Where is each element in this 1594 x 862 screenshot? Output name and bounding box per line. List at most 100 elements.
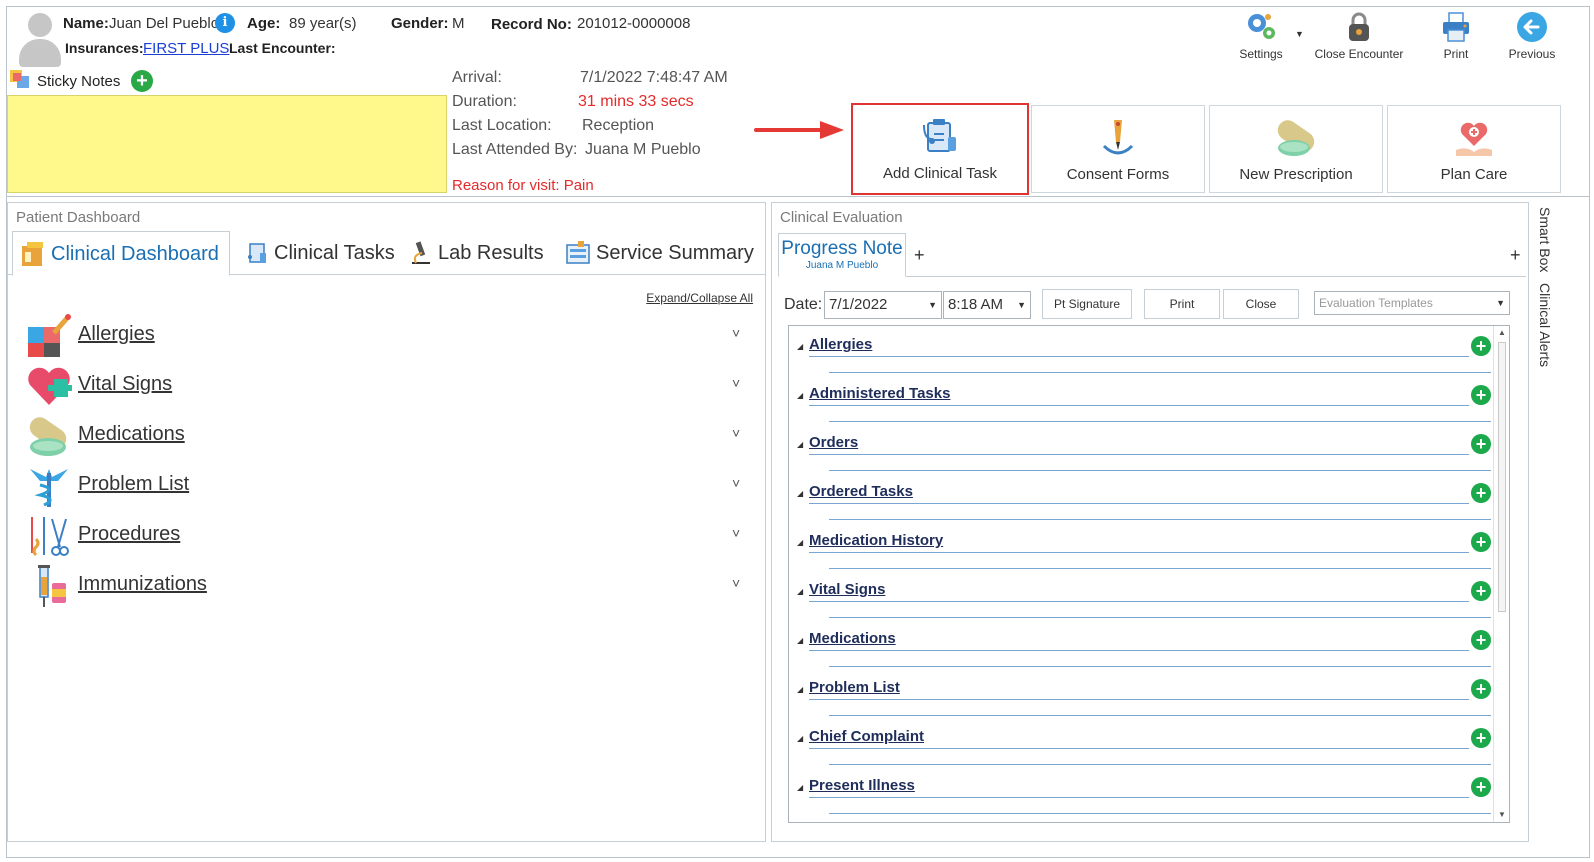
add-circle-icon[interactable]: + (1471, 581, 1491, 601)
collapse-triangle-icon[interactable]: ◢ (797, 538, 803, 547)
tab-clinical-dashboard[interactable]: Clinical Dashboard (12, 231, 230, 276)
arrival-label: Arrival: (452, 69, 502, 86)
sticky-note-area[interactable] (7, 95, 447, 193)
add-clinical-task-button[interactable]: Add Clinical Task (851, 103, 1029, 195)
add-sticky-note-button[interactable]: + (131, 70, 153, 92)
record-label: Record No: (491, 16, 572, 33)
chevron-down-icon[interactable]: ˅ (732, 325, 740, 341)
chevron-down-icon[interactable]: ▼ (1496, 292, 1505, 314)
time-picker[interactable]: 8:18 AM ▼ (943, 291, 1031, 319)
collapse-triangle-icon[interactable]: ◢ (797, 489, 803, 498)
scroll-up-icon[interactable]: ▲ (1498, 328, 1506, 337)
add-note-tab-button[interactable]: + (914, 245, 925, 266)
heart-plus-icon (26, 363, 74, 409)
pt-signature-button[interactable]: Pt Signature (1042, 289, 1132, 319)
section-medication-history: ◢ Medication History + (789, 522, 1491, 571)
add-circle-icon[interactable]: + (1471, 630, 1491, 650)
right-side-tabs: Smart Box Clinical Alerts (1537, 207, 1559, 407)
print-button[interactable]: Print (1431, 11, 1481, 69)
chevron-down-icon[interactable]: ˅ (732, 425, 740, 441)
add-circle-icon[interactable]: + (1471, 532, 1491, 552)
chevron-down-icon[interactable]: ▼ (1017, 292, 1026, 318)
last-location-value: Reception (582, 117, 655, 134)
print-label: Print (1443, 47, 1469, 61)
section-allergies: ◢ Allergies + (789, 326, 1491, 375)
collapse-triangle-icon[interactable]: ◢ (797, 685, 803, 694)
sticky-notes-icon (9, 69, 33, 91)
tab-smart-box[interactable]: Smart Box (1537, 207, 1553, 272)
section-administered-tasks-link[interactable]: Administered Tasks (809, 385, 950, 402)
collapse-triangle-icon[interactable]: ◢ (797, 734, 803, 743)
sections-scrollbar[interactable]: ▲ ▼ (1493, 326, 1509, 822)
add-circle-icon[interactable]: + (1471, 679, 1491, 699)
add-tab-button-right[interactable]: + (1510, 245, 1521, 266)
chevron-down-icon[interactable]: ˅ (732, 475, 740, 491)
section-problem-list-link[interactable]: Problem List (809, 679, 900, 696)
add-circle-icon[interactable]: + (1471, 336, 1491, 356)
add-circle-icon[interactable]: + (1471, 483, 1491, 503)
insurance-link[interactable]: FIRST PLUS (143, 40, 229, 57)
avatar-head-shape (28, 13, 52, 37)
section-chief-complaint-link[interactable]: Chief Complaint (809, 728, 924, 745)
date-picker[interactable]: 7/1/2022 ▼ (824, 291, 942, 319)
info-icon[interactable]: i (215, 13, 235, 33)
arrival-value: 7/1/2022 7:48:47 AM (580, 69, 728, 86)
add-circle-icon[interactable]: + (1471, 777, 1491, 797)
settings-button[interactable]: Settings (1233, 11, 1289, 69)
close-encounter-button[interactable]: Close Encounter (1313, 11, 1405, 69)
collapse-triangle-icon[interactable]: ◢ (797, 391, 803, 400)
evaluation-templates-select[interactable]: Evaluation Templates ▼ (1314, 291, 1510, 315)
dashboard-item-immunizations[interactable]: Immunizations ˅ (24, 563, 744, 609)
add-circle-icon[interactable]: + (1471, 434, 1491, 454)
section-medications-link[interactable]: Medications (809, 630, 896, 647)
expand-collapse-all-link[interactable]: Expand/Collapse All (646, 291, 753, 305)
add-circle-icon[interactable]: + (1471, 385, 1491, 405)
chevron-down-icon[interactable]: ˅ (732, 525, 740, 541)
tab-clinical-tasks[interactable]: Clinical Tasks (236, 231, 395, 275)
section-allergies-link[interactable]: Allergies (809, 336, 872, 353)
collapse-triangle-icon[interactable]: ◢ (797, 342, 803, 351)
close-note-button[interactable]: Close (1223, 289, 1299, 319)
dashboard-item-procedures[interactable]: Procedures ˅ (24, 513, 744, 559)
pill-icon (1274, 116, 1318, 160)
section-divider (829, 568, 1491, 569)
collapse-triangle-icon[interactable]: ◢ (797, 587, 803, 596)
add-circle-icon[interactable]: + (1471, 728, 1491, 748)
arrow-pointer-icon (754, 121, 844, 139)
chevron-down-icon[interactable]: ˅ (732, 375, 740, 391)
previous-button[interactable]: Previous (1505, 11, 1559, 69)
dashboard-item-medications[interactable]: Medications ˅ (24, 413, 744, 459)
collapse-triangle-icon[interactable]: ◢ (797, 440, 803, 449)
plan-care-button[interactable]: Plan Care (1387, 105, 1561, 193)
section-ordered-tasks-link[interactable]: Ordered Tasks (809, 483, 913, 500)
tab-service-summary[interactable]: Service Summary (558, 231, 754, 275)
patient-dashboard-title: Patient Dashboard (16, 209, 141, 226)
section-vital-signs: ◢ Vital Signs + (789, 571, 1491, 620)
scroll-down-icon[interactable]: ▼ (1498, 810, 1506, 819)
section-present-illness-link[interactable]: Present Illness (809, 777, 915, 794)
tab-progress-note[interactable]: Progress Note Juana M Pueblo (778, 233, 906, 277)
new-prescription-button[interactable]: New Prescription (1209, 105, 1383, 193)
section-orders-link[interactable]: Orders (809, 434, 858, 451)
scrollbar-thumb[interactable] (1498, 342, 1506, 612)
settings-dropdown-icon[interactable]: ▼ (1295, 29, 1304, 39)
chevron-down-icon[interactable]: ˅ (732, 575, 740, 591)
reason-for-visit: Reason for visit: Pain (452, 177, 594, 194)
clinical-tasks-icon (242, 239, 270, 267)
section-divider (809, 797, 1469, 798)
gender-label: Gender: (391, 15, 449, 32)
tab-underline (906, 276, 1526, 277)
dashboard-item-problem-list[interactable]: Problem List ˅ (24, 463, 744, 509)
collapse-triangle-icon[interactable]: ◢ (797, 783, 803, 792)
dashboard-item-allergies[interactable]: Allergies ˅ (24, 313, 744, 359)
chevron-down-icon[interactable]: ▼ (928, 292, 937, 318)
consent-forms-button[interactable]: Consent Forms (1031, 105, 1205, 193)
tab-clinical-alerts[interactable]: Clinical Alerts (1537, 283, 1553, 367)
tab-lab-results[interactable]: Lab Results (400, 231, 544, 275)
section-vital-signs-link[interactable]: Vital Signs (809, 581, 885, 598)
dashboard-item-vital-signs[interactable]: Vital Signs ˅ (24, 363, 744, 409)
caduceus-icon (26, 463, 72, 509)
section-medication-history-link[interactable]: Medication History (809, 532, 943, 549)
print-note-button[interactable]: Print (1144, 289, 1220, 319)
collapse-triangle-icon[interactable]: ◢ (797, 636, 803, 645)
